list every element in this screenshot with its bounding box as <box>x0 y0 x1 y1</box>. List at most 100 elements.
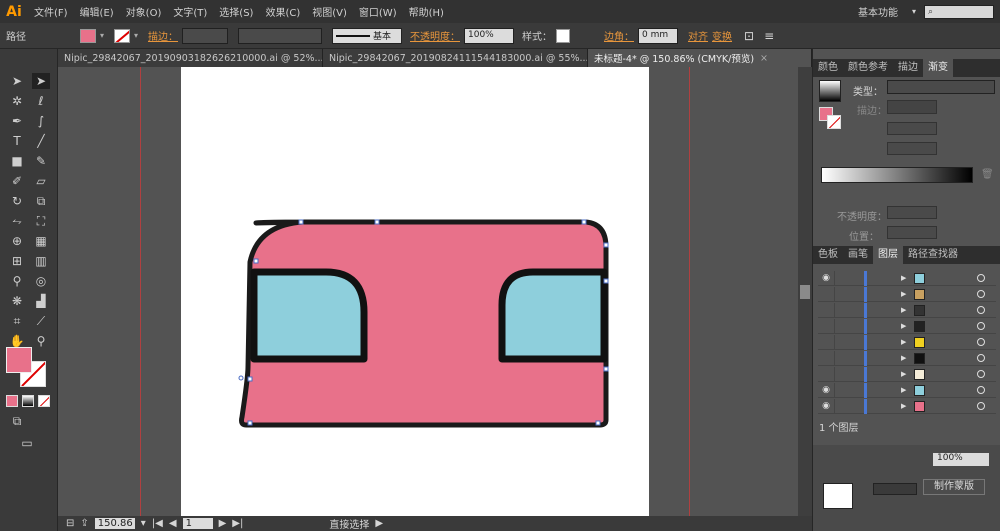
eye-icon[interactable]: ◉ <box>818 401 834 411</box>
right-window-shape[interactable] <box>498 268 608 363</box>
angle-field[interactable] <box>887 122 937 135</box>
shape-builder-tool-icon[interactable]: ⊕ <box>8 233 26 249</box>
disclosure-triangle-icon[interactable]: ▶ <box>901 386 906 394</box>
lock-slot[interactable] <box>834 270 850 286</box>
gradient-opacity-field[interactable] <box>887 206 937 219</box>
gradient-type-select[interactable] <box>887 80 995 94</box>
opacity-label[interactable]: 不透明度： <box>410 28 460 43</box>
search-input[interactable]: ⌕ <box>924 4 994 19</box>
status-arrow-icon[interactable]: ▶ <box>375 518 383 529</box>
gradient-position-field[interactable] <box>887 226 937 239</box>
blend-tool-icon[interactable]: ◎ <box>32 273 50 289</box>
stroke-swatch[interactable] <box>114 28 130 43</box>
tab-pathfinder[interactable]: 路径查找器 <box>903 246 963 264</box>
layer-row[interactable]: ▶ <box>818 366 996 382</box>
disclosure-triangle-icon[interactable]: ▶ <box>901 338 906 346</box>
gradient-tool-icon[interactable]: ▥ <box>32 253 50 269</box>
eye-icon[interactable]: ◉ <box>818 385 834 395</box>
delete-stop-icon[interactable]: 🗑 <box>981 169 994 180</box>
layer-row[interactable]: ◉ ▶ <box>818 398 996 414</box>
menu-item[interactable]: 效果(C) <box>259 4 306 19</box>
canvas-area[interactable] <box>58 67 798 516</box>
artboard-nav-icon[interactable]: ⊟ <box>66 518 74 529</box>
menu-item[interactable]: 编辑(E) <box>74 4 120 19</box>
vertical-scrollbar[interactable] <box>798 67 812 516</box>
tab-swatches[interactable]: 色板 <box>813 246 843 264</box>
tab-brushes[interactable]: 画笔 <box>843 246 873 264</box>
tab-document-3[interactable]: 未标题-4* @ 150.86% (CMYK/预览) × <box>588 49 812 67</box>
menu-item[interactable]: 帮助(H) <box>403 4 450 19</box>
brush-definition-field[interactable]: 基本 <box>332 27 402 44</box>
curvature-tool-icon[interactable]: ∫ <box>32 113 50 129</box>
prev-artboard-icon[interactable]: ◀ <box>169 518 177 529</box>
chevron-down-icon[interactable]: ▾ <box>141 518 146 529</box>
opacity-field[interactable]: 100% <box>464 27 514 44</box>
ratio-field[interactable] <box>887 142 937 155</box>
next-artboard-icon[interactable]: ▶ <box>219 518 227 529</box>
magic-wand-tool-icon[interactable]: ✲ <box>8 93 26 109</box>
eye-icon[interactable]: ◉ <box>818 273 834 283</box>
make-mask-button[interactable]: 制作蒙版 <box>923 479 985 495</box>
menu-item[interactable]: 视图(V) <box>306 4 353 19</box>
layer-row[interactable]: ▶ <box>818 286 996 302</box>
screen-mode-icon[interactable]: ▭ <box>18 435 36 451</box>
align-link[interactable]: 对齐 <box>688 28 708 43</box>
transform-link[interactable]: 变换 <box>712 28 732 43</box>
disclosure-triangle-icon[interactable]: ▶ <box>901 290 906 298</box>
menu-item[interactable]: 文件(F) <box>28 4 74 19</box>
fill-color-swatch-front[interactable] <box>6 347 32 373</box>
chevron-down-icon[interactable]: ▾ <box>134 31 144 40</box>
perspective-grid-tool-icon[interactable]: ▦ <box>32 233 50 249</box>
tab-layers[interactable]: 图层 <box>873 246 903 264</box>
paintbrush-tool-icon[interactable]: ✎ <box>32 153 50 169</box>
artboard-field[interactable]: 1 <box>182 518 213 529</box>
rotate-tool-icon[interactable]: ↻ <box>8 193 26 209</box>
disclosure-triangle-icon[interactable]: ▶ <box>901 402 906 410</box>
color-mode-icon[interactable] <box>6 395 18 407</box>
target-icon[interactable] <box>977 354 986 362</box>
chevron-down-icon[interactable]: ▾ <box>912 7 916 16</box>
lock-slot[interactable] <box>834 350 850 366</box>
slice-tool-icon[interactable]: ⟋ <box>32 313 50 329</box>
transparency-opacity-field[interactable]: 100% <box>933 453 989 466</box>
menu-options-icon[interactable]: ≡ <box>764 29 774 43</box>
disclosure-triangle-icon[interactable]: ▶ <box>901 274 906 282</box>
width-tool-icon[interactable]: ⥊ <box>8 213 26 229</box>
layer-row[interactable]: ◉ ▶ <box>818 382 996 398</box>
disclosure-triangle-icon[interactable]: ▶ <box>901 354 906 362</box>
column-graph-tool-icon[interactable]: ▟ <box>32 293 50 309</box>
disclosure-triangle-icon[interactable]: ▶ <box>901 322 906 330</box>
target-icon[interactable] <box>977 370 986 378</box>
menu-item[interactable]: 窗口(W) <box>353 4 403 19</box>
disclosure-triangle-icon[interactable]: ▶ <box>901 370 906 378</box>
pen-tool-icon[interactable]: ✒ <box>8 113 26 129</box>
pencil-tool-icon[interactable]: ✐ <box>8 173 26 189</box>
layer-row[interactable]: ▶ <box>818 302 996 318</box>
free-transform-tool-icon[interactable]: ⛶ <box>32 213 50 229</box>
lock-slot[interactable] <box>834 302 850 318</box>
last-artboard-icon[interactable]: ▶| <box>232 518 243 529</box>
target-icon[interactable] <box>977 402 986 410</box>
menu-item[interactable]: 对象(O) <box>120 4 168 19</box>
scroll-thumb[interactable] <box>800 285 810 299</box>
chevron-down-icon[interactable]: ▾ <box>100 31 110 40</box>
draw-mode-icon[interactable]: ⧉ <box>8 413 26 429</box>
stroke-options[interactable] <box>887 100 937 114</box>
tab-color[interactable]: 颜色 <box>813 59 843 77</box>
workspace-switcher[interactable]: 基本功能 <box>852 4 904 19</box>
direct-selection-tool-icon[interactable]: ➤ <box>32 73 50 89</box>
share-icon[interactable]: ⇪ <box>80 518 88 529</box>
lasso-tool-icon[interactable]: ℓ <box>32 93 50 109</box>
left-window-shape[interactable] <box>250 268 368 363</box>
layer-row[interactable]: ▶ <box>818 318 996 334</box>
tab-document-2[interactable]: Nipic_29842067_20190824111544183000.ai @… <box>323 49 588 67</box>
target-icon[interactable] <box>977 338 986 346</box>
type-tool-icon[interactable]: T <box>8 133 26 149</box>
variable-width-field[interactable] <box>238 27 322 44</box>
lock-slot[interactable] <box>834 382 850 398</box>
lock-slot[interactable] <box>834 366 850 382</box>
selection-tool-icon[interactable]: ➤ <box>8 73 26 89</box>
layer-row[interactable]: ▶ <box>818 334 996 350</box>
corner-label[interactable]: 边角： <box>604 28 634 43</box>
target-icon[interactable] <box>977 306 986 314</box>
